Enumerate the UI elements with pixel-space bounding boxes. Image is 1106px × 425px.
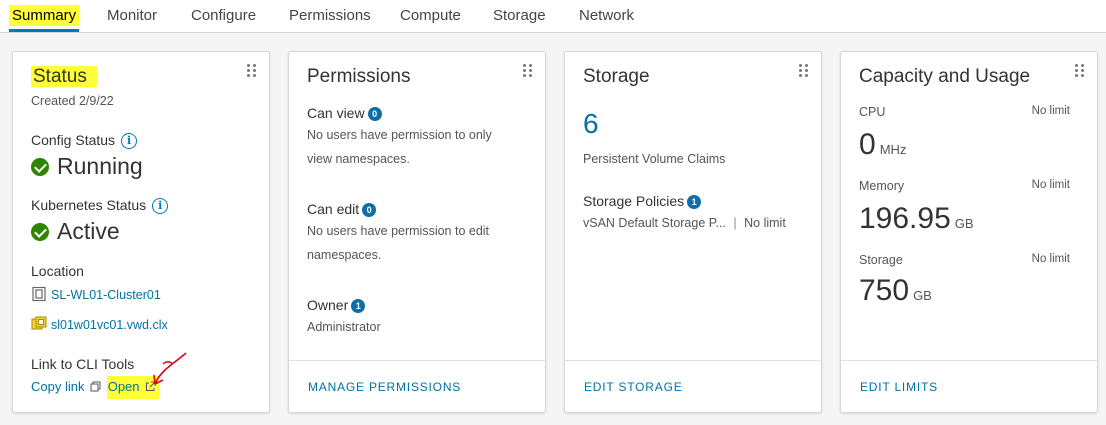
- tab-configure[interactable]: Configure: [191, 6, 256, 32]
- config-status-label: Config Status i: [31, 132, 138, 149]
- capacity-footer: EDIT LIMITS: [841, 360, 1097, 412]
- kubernetes-status-label: Kubernetes Status i: [31, 197, 169, 214]
- drag-handle-icon[interactable]: [799, 64, 809, 78]
- cpu-value: 0 MHz: [859, 128, 907, 161]
- storage-policies-label: Storage Policies 1: [583, 193, 702, 209]
- can-view-text-line2: view namespaces.: [307, 152, 410, 166]
- can-view-badge: 0: [367, 107, 382, 121]
- pvc-count[interactable]: 6: [583, 108, 599, 140]
- created-date: Created 2/9/22: [31, 94, 114, 108]
- cli-tools-label: Link to CLI Tools: [31, 356, 135, 372]
- info-icon[interactable]: i: [152, 198, 169, 214]
- tab-monitor[interactable]: Monitor: [107, 6, 157, 32]
- drag-handle-icon[interactable]: [1075, 64, 1085, 78]
- storage-title: Storage: [583, 66, 650, 87]
- status-card: Status Created 2/9/22 Config Status i Run…: [12, 51, 270, 413]
- can-edit-text-line1: No users have permission to edit: [307, 224, 490, 238]
- storage-capacity-value: 750 GB: [859, 274, 932, 307]
- tab-permissions[interactable]: Permissions: [289, 6, 371, 32]
- tab-summary[interactable]: Summary: [9, 5, 80, 32]
- can-edit-label: Can edit 0: [307, 201, 377, 217]
- check-circle-icon: [31, 158, 49, 176]
- copy-icon[interactable]: [90, 381, 101, 392]
- storage-footer: EDIT STORAGE: [565, 360, 821, 412]
- permissions-footer: MANAGE PERMISSIONS: [289, 360, 545, 412]
- check-circle-icon: [31, 223, 49, 241]
- pvc-label: Persistent Volume Claims: [583, 152, 726, 166]
- memory-value: 196.95 GB: [859, 202, 974, 235]
- can-view-text-line1: No users have permission to only: [307, 128, 492, 142]
- can-view-label: Can view 0: [307, 105, 382, 121]
- copy-link[interactable]: Copy link: [31, 379, 84, 394]
- config-status-value: Running: [31, 153, 143, 180]
- kubernetes-status-value: Active: [31, 218, 120, 245]
- vcenter-icon: [31, 316, 47, 330]
- storage-card: Storage 6 Persistent Volume Claims Stora…: [564, 51, 822, 413]
- storage-policies-badge: 1: [687, 195, 702, 209]
- can-edit-text-line2: namespaces.: [307, 248, 382, 262]
- cli-tools-links: Copy link Open: [31, 376, 160, 399]
- tab-storage[interactable]: Storage: [493, 6, 546, 32]
- permissions-card: Permissions Can view 0 No users have perm…: [288, 51, 546, 413]
- tab-compute[interactable]: Compute: [400, 6, 461, 32]
- drag-handle-icon[interactable]: [523, 64, 533, 78]
- vcenter-link[interactable]: sl01w01vc01.vwd.clx: [31, 316, 168, 332]
- owner-badge: 1: [351, 299, 366, 313]
- cluster-link[interactable]: SL-WL01-Cluster01: [31, 286, 161, 302]
- storage-capacity-limit: No limit: [1031, 253, 1070, 265]
- manage-permissions-button[interactable]: MANAGE PERMISSIONS: [308, 380, 461, 394]
- tab-network[interactable]: Network: [579, 6, 634, 32]
- cpu-limit: No limit: [1031, 105, 1070, 117]
- drag-handle-icon[interactable]: [247, 64, 257, 78]
- annotation-arrow-icon: [153, 352, 187, 385]
- edit-limits-button[interactable]: EDIT LIMITS: [860, 380, 938, 394]
- info-icon[interactable]: i: [121, 133, 138, 149]
- memory-label: Memory: [859, 179, 905, 193]
- cluster-icon: [32, 286, 46, 302]
- status-title: Status: [31, 66, 97, 88]
- tab-bar: Summary Monitor Configure Permissions Co…: [0, 0, 1106, 33]
- owner-value: Administrator: [307, 320, 381, 334]
- edit-storage-button[interactable]: EDIT STORAGE: [584, 380, 683, 394]
- location-label: Location: [31, 263, 84, 279]
- storage-capacity-label: Storage: [859, 253, 903, 267]
- storage-policy-row: vSAN Default Storage P... | No limit: [583, 216, 786, 230]
- capacity-title: Capacity and Usage: [859, 66, 1031, 87]
- can-edit-badge: 0: [362, 203, 377, 217]
- permissions-title: Permissions: [307, 66, 411, 87]
- memory-limit: No limit: [1031, 179, 1070, 191]
- capacity-card: Capacity and Usage CPU No limit 0 MHz Mem…: [840, 51, 1098, 413]
- cpu-label: CPU: [859, 105, 886, 119]
- owner-label: Owner 1: [307, 297, 366, 313]
